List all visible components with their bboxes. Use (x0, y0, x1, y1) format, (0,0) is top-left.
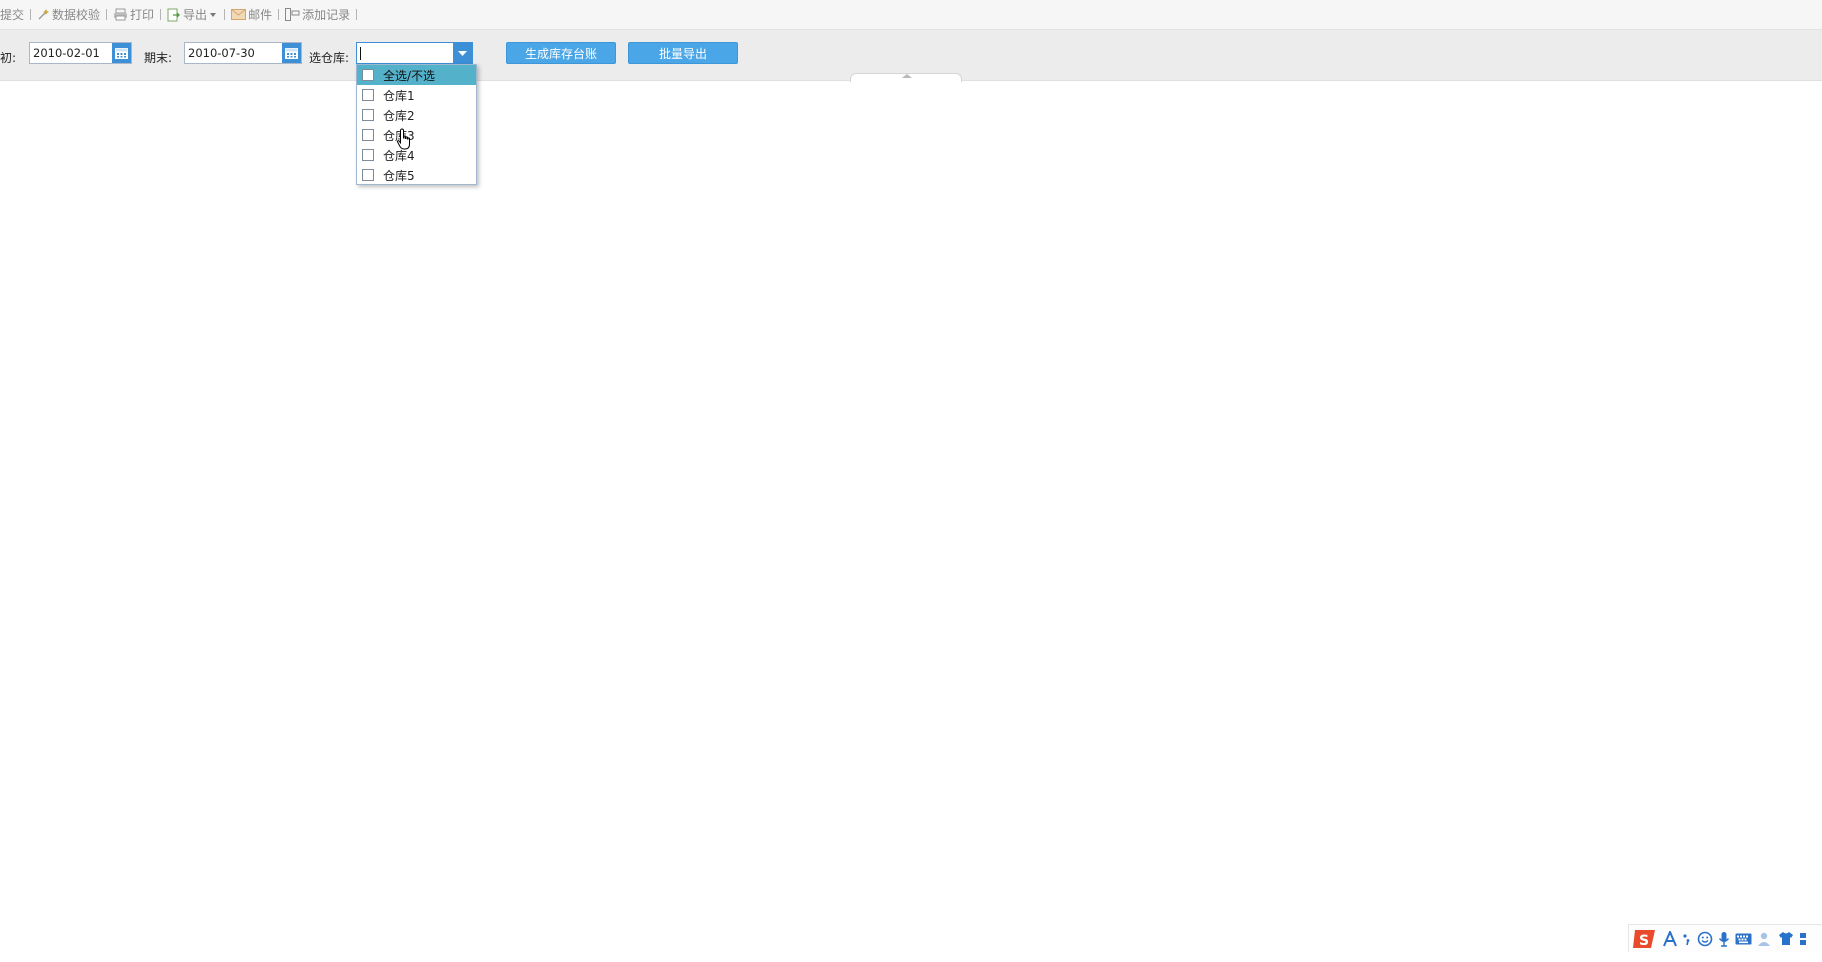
checkbox[interactable] (362, 149, 374, 161)
svg-text:S: S (1639, 933, 1649, 949)
add-record-button[interactable]: 添加记录 (285, 6, 350, 23)
sogou-logo-icon[interactable]: S (1632, 927, 1658, 951)
keyboard-icon[interactable] (1735, 933, 1752, 945)
chevron-down-icon[interactable] (453, 43, 472, 63)
checkbox[interactable] (362, 169, 374, 181)
toolbar-validate-label: 数据校验 (52, 8, 101, 22)
chevron-down-icon (210, 12, 217, 17)
toolbar: 提交 数据校验 打印 导出 邮件 添加记录 (0, 0, 1822, 30)
toolbar-divider (356, 9, 358, 20)
calendar-icon[interactable] (282, 43, 301, 63)
toolbar-divider (160, 9, 162, 20)
punctuation-icon[interactable] (1682, 932, 1692, 946)
print-button[interactable]: 打印 (113, 6, 154, 23)
toolbar-export-label: 导出 (183, 8, 208, 22)
dropdown-item-label: 仓库5 (383, 168, 415, 183)
toolbar-divider (278, 9, 280, 20)
hand-cursor-icon (396, 128, 410, 150)
start-date-field[interactable]: 2010-02-01 (29, 42, 132, 64)
microphone-icon[interactable] (1718, 931, 1730, 947)
printer-icon (114, 8, 128, 21)
start-date-value: 2010-02-01 (33, 46, 100, 60)
start-date-label: 初: (0, 51, 17, 65)
end-date-value: 2010-07-30 (188, 46, 255, 60)
toolbar-divider (30, 9, 32, 20)
toolbar-divider (224, 9, 226, 20)
dropdown-item-select-all[interactable]: 全选/不选 (357, 65, 476, 85)
checkbox[interactable] (362, 89, 374, 101)
generate-ledger-button[interactable]: 生成库存台账 (506, 42, 616, 64)
skin-icon[interactable] (1778, 931, 1794, 946)
end-date-field[interactable]: 2010-07-30 (184, 42, 302, 64)
warehouse-select[interactable] (356, 42, 473, 64)
export-button[interactable]: 导出 (167, 6, 218, 23)
text-cursor (360, 47, 361, 60)
dropdown-item-warehouse-5[interactable]: 仓库5 (357, 165, 476, 185)
dropdown-item-warehouse-3[interactable]: 仓库3 (357, 125, 476, 145)
submit-button[interactable]: 提交 (0, 6, 24, 23)
collapse-handle[interactable] (850, 73, 962, 82)
dropdown-item-warehouse-4[interactable]: 仓库4 (357, 145, 476, 165)
dropdown-item-label: 仓库1 (383, 88, 415, 103)
checkbox[interactable] (362, 109, 374, 121)
chevron-up-icon (902, 74, 912, 78)
toolbar-print-label: 打印 (130, 8, 155, 22)
dropdown-item-warehouse-1[interactable]: 仓库1 (357, 85, 476, 105)
data-validate-button[interactable]: 数据校验 (37, 6, 100, 23)
dropdown-item-warehouse-2[interactable]: 仓库2 (357, 105, 476, 125)
toolbar-submit-label: 提交 (0, 8, 25, 22)
report-page: 提交 数据校验 打印 导出 邮件 添加记录 初: 2010-02-01 期末: … (0, 0, 1822, 962)
warehouse-dropdown: 全选/不选 仓库1 仓库2 仓库3 仓库4 仓库5 (356, 64, 477, 185)
emoji-icon[interactable] (1697, 931, 1713, 947)
mail-button[interactable]: 邮件 (231, 6, 272, 23)
checkbox[interactable] (362, 129, 374, 141)
checkbox[interactable] (362, 69, 374, 81)
user-icon[interactable] (1757, 931, 1773, 947)
ime-toolbar: S (1628, 924, 1822, 952)
dropdown-item-label: 全选/不选 (383, 68, 436, 83)
mail-icon (231, 9, 247, 20)
export-icon (167, 8, 180, 21)
wand-icon (38, 9, 50, 20)
batch-export-button[interactable]: 批量导出 (628, 42, 738, 64)
toolbar-add-record-label: 添加记录 (302, 8, 351, 22)
warehouse-label: 选仓库: (309, 51, 350, 65)
menu-icon[interactable] (1799, 932, 1807, 946)
toolbar-mail-label: 邮件 (248, 8, 273, 22)
add-record-icon (285, 8, 300, 21)
dropdown-item-label: 仓库2 (383, 108, 415, 123)
toolbar-divider (106, 9, 108, 20)
calendar-icon[interactable] (112, 43, 131, 63)
letter-a-icon[interactable] (1663, 930, 1677, 947)
end-date-label: 期末: (144, 51, 173, 65)
warehouse-input[interactable] (357, 43, 453, 63)
